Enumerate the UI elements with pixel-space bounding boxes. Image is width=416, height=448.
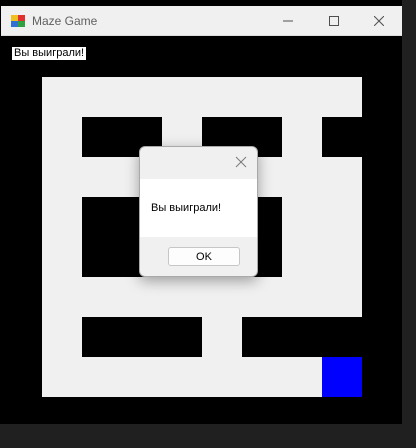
maze-path [42, 77, 82, 117]
maze-path [322, 237, 362, 277]
maze-path [82, 357, 122, 397]
maze-path [82, 157, 122, 197]
window-title: Maze Game [32, 14, 98, 28]
maze-path [42, 277, 82, 317]
minimize-button[interactable] [265, 6, 311, 35]
dialog-message: Вы выиграли! [151, 202, 222, 214]
maze-path [242, 77, 282, 117]
maze-path [202, 317, 242, 357]
title-bar[interactable]: Maze Game [1, 6, 402, 36]
maze-path [282, 197, 322, 237]
maze-path [282, 77, 322, 117]
maze-path [42, 317, 82, 357]
status-label: Вы выиграли! [12, 47, 87, 60]
maze-path [242, 277, 282, 317]
maze-wall [82, 237, 122, 277]
maze-wall [162, 317, 202, 357]
maximize-button[interactable] [311, 6, 357, 35]
maze-path [42, 197, 82, 237]
maze-path [322, 277, 362, 317]
maze-path [282, 117, 322, 157]
maze-path [282, 357, 322, 397]
maze-path [42, 117, 82, 157]
maze-wall [282, 317, 322, 357]
maze-path [282, 157, 322, 197]
window-edge-bottom [0, 424, 416, 448]
dialog-close-icon[interactable] [234, 155, 248, 169]
maze-path [162, 357, 202, 397]
maze-path [202, 77, 242, 117]
maze-wall [82, 117, 122, 157]
dialog-body: Вы выиграли! [140, 179, 257, 237]
maze-path [322, 77, 362, 117]
window-edge [402, 0, 416, 448]
close-button[interactable] [356, 6, 402, 35]
ok-button[interactable]: OK [168, 247, 240, 266]
maze-path [162, 277, 202, 317]
maze-wall [322, 117, 362, 157]
maze-path [322, 197, 362, 237]
maze-path [202, 357, 242, 397]
maze-path [122, 357, 162, 397]
maze-path [42, 237, 82, 277]
maze-path [42, 357, 82, 397]
maze-path [82, 77, 122, 117]
maze-path [282, 237, 322, 277]
maze-path [122, 77, 162, 117]
maze-path [322, 157, 362, 197]
maze-path [42, 157, 82, 197]
app-icon [10, 13, 26, 29]
maze-path [82, 277, 122, 317]
maze-wall [82, 317, 122, 357]
maze-wall [242, 317, 282, 357]
player-square [322, 357, 362, 397]
maze-wall [82, 197, 122, 237]
game-window: Maze Game Вы выиграли! Вы выиграли! OK [0, 0, 416, 448]
maze-wall [322, 317, 362, 357]
maze-wall [122, 317, 162, 357]
maze-path [282, 277, 322, 317]
message-dialog: Вы выиграли! OK [139, 146, 258, 277]
maze-path [242, 357, 282, 397]
maze-path [162, 77, 202, 117]
maze-path [122, 277, 162, 317]
maze-path [202, 277, 242, 317]
